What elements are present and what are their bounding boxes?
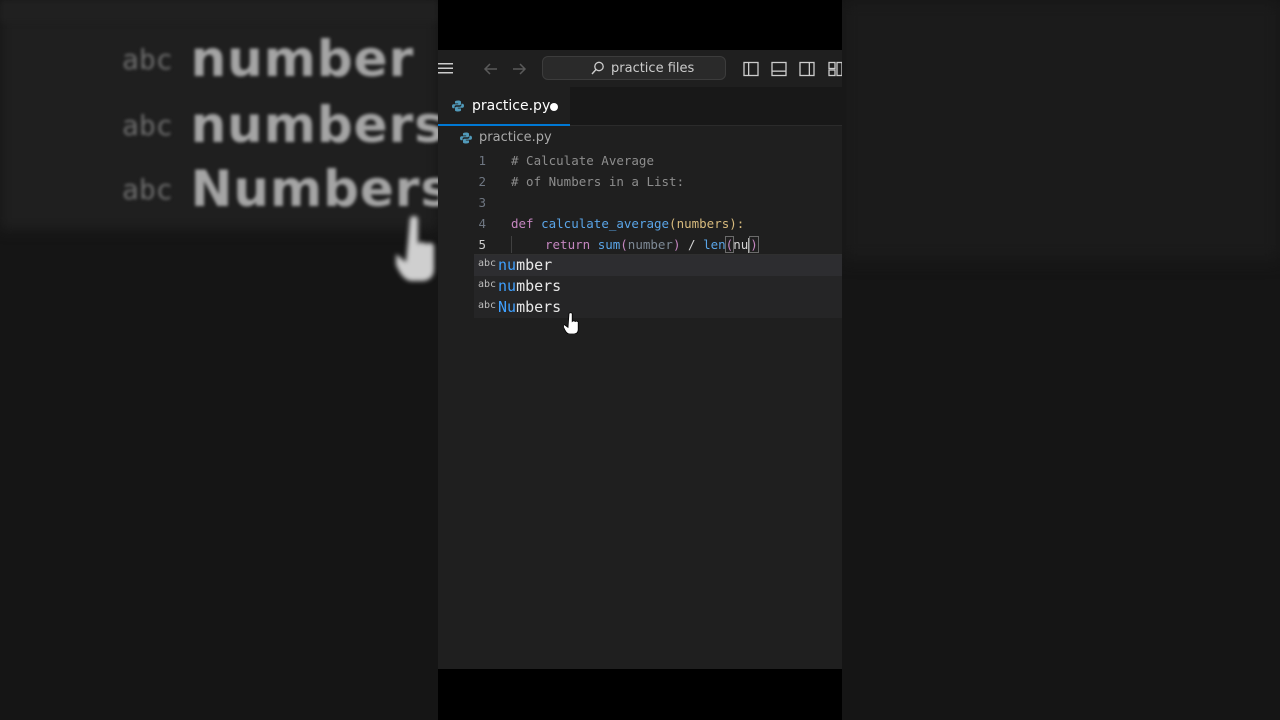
line-number: 3 <box>478 195 486 210</box>
code-comment: # of Numbers in a List: <box>511 174 685 189</box>
autocomplete-suggestion-list[interactable]: abc number abc numbers abc Numbers <box>474 254 842 318</box>
code-area[interactable]: 1 # Calculate Average 2 # of Numbers in … <box>438 150 842 270</box>
code-line: 2 # of Numbers in a List: <box>438 171 842 192</box>
search-icon <box>591 61 604 75</box>
call-sum: sum <box>597 237 621 252</box>
blurred-backdrop-left: abc number abc numbers abc Numbers <box>0 0 438 720</box>
backdrop-abc-label: abc <box>122 172 173 206</box>
operator: / <box>688 237 696 252</box>
keyword-return: return <box>545 237 591 252</box>
tab-label: practice.py <box>472 98 551 114</box>
suggestion-item[interactable]: abc Numbers <box>474 297 842 318</box>
breadcrumb-file[interactable]: practice.py <box>479 130 552 145</box>
function-name: calculate_average <box>541 216 670 231</box>
line-number: 4 <box>478 216 486 231</box>
suggestion-label: number <box>498 256 553 274</box>
search-placeholder: practice files <box>611 61 695 76</box>
code-line: 1 # Calculate Average <box>438 150 842 171</box>
suggestion-label: Numbers <box>498 298 562 316</box>
backdrop-suggestion-row: abc numbers <box>122 96 438 154</box>
suggestion-item[interactable]: abc number <box>474 255 842 276</box>
word-kind-icon: abc <box>478 300 497 311</box>
line-number: 2 <box>478 174 486 189</box>
tab-practice-py[interactable]: practice.py <box>438 87 570 126</box>
backdrop-abc-label: abc <box>122 42 173 76</box>
title-bar: practice files <box>438 50 842 87</box>
backdrop-fog <box>842 0 1280 260</box>
code-def-line: def calculate_average(numbers): <box>511 216 745 231</box>
forward-arrow-icon[interactable] <box>511 62 527 76</box>
blurred-backdrop-right <box>842 0 1280 720</box>
backdrop-suggestion-row: abc Numbers <box>122 160 438 218</box>
python-file-icon <box>452 100 464 112</box>
toggle-panel-icon[interactable] <box>771 61 787 77</box>
line-number: 1 <box>478 153 486 168</box>
back-arrow-icon[interactable] <box>483 62 499 76</box>
suggestion-item[interactable]: abc numbers <box>474 276 842 297</box>
backdrop-top-strip <box>0 0 438 22</box>
parameter: numbers <box>676 216 730 231</box>
breadcrumb: practice.py <box>438 127 842 149</box>
argument: number <box>627 237 673 252</box>
toggle-secondary-sidebar-icon[interactable] <box>799 61 815 77</box>
editor-tab-bar: practice.py <box>438 87 842 126</box>
code-line-active: 5 return sum(number) / len(nu) <box>438 234 842 255</box>
backdrop-abc-label: abc <box>122 108 173 142</box>
code-editor-window: practice files practice.py practice.py 1… <box>438 50 842 669</box>
call-len: len <box>703 237 726 252</box>
code-return-line: return sum(number) / len(nu) <box>545 236 759 253</box>
code-line: 4 def calculate_average(numbers): <box>438 213 842 234</box>
backdrop-word: Numbers <box>190 160 438 218</box>
keyword-def: def <box>511 216 534 231</box>
video-frame: practice files practice.py practice.py 1… <box>438 0 842 720</box>
code-comment: # Calculate Average <box>511 153 654 168</box>
backdrop-suggestion-row: abc number <box>122 30 414 88</box>
hamburger-menu-icon[interactable] <box>438 62 454 75</box>
indent-guide <box>511 236 512 253</box>
code-line: 3 <box>438 192 842 213</box>
hand-pointer-icon <box>396 216 434 281</box>
customize-layout-icon[interactable] <box>828 61 842 77</box>
hand-pointer-icon <box>564 312 579 334</box>
suggestion-label: numbers <box>498 277 562 295</box>
toggle-primary-sidebar-icon[interactable] <box>743 61 759 77</box>
def-tail: ): <box>729 216 745 231</box>
word-kind-icon: abc <box>478 279 497 290</box>
command-search-box[interactable]: practice files <box>542 56 726 80</box>
line-number: 5 <box>478 237 486 252</box>
typed-argument: nu <box>733 237 749 252</box>
unsaved-indicator-dot[interactable] <box>550 103 558 111</box>
word-kind-icon: abc <box>478 258 497 269</box>
backdrop-word: number <box>190 30 415 88</box>
python-file-icon <box>460 132 472 144</box>
backdrop-word: numbers <box>190 96 438 154</box>
